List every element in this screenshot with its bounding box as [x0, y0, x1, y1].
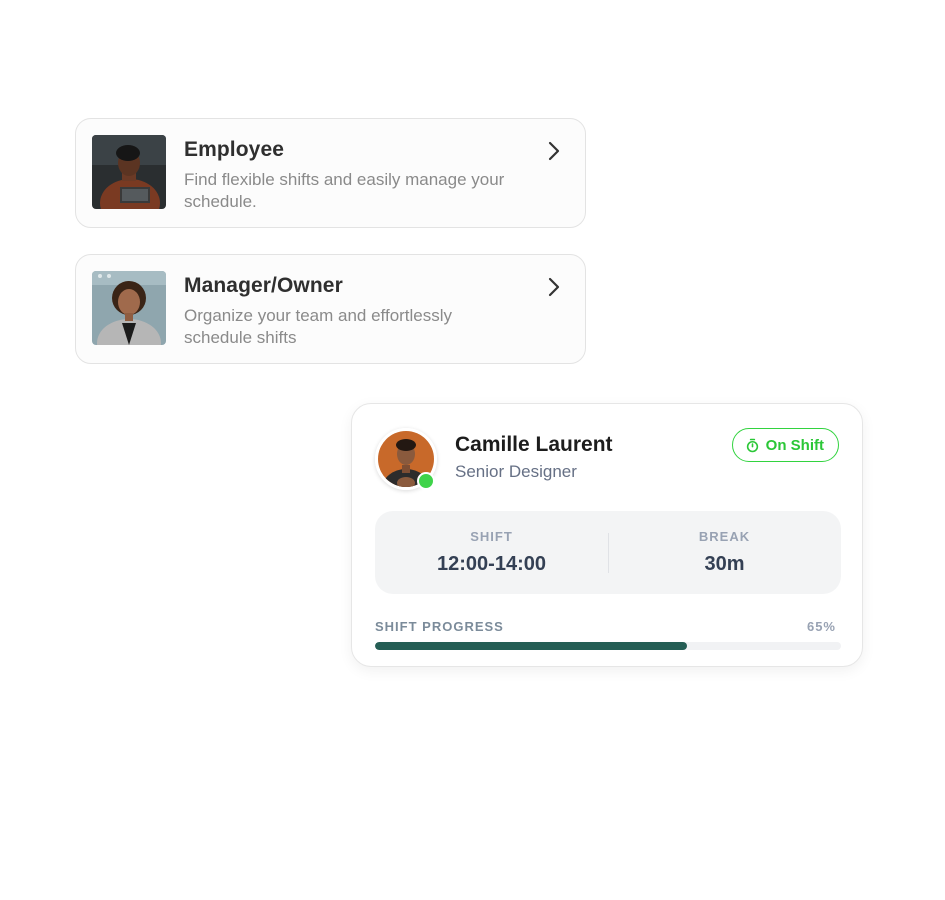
stage: Employee Find flexible shifts and easily… [0, 0, 945, 900]
person-name: Camille Laurent [455, 433, 613, 456]
stopwatch-icon [746, 438, 758, 452]
stat-break: BREAK 30m [608, 511, 841, 594]
role-description: Organize your team and effortlessly sche… [184, 306, 453, 347]
manager-photo [92, 271, 166, 345]
role-option-manager-owner[interactable]: Manager/Owner Organize your team and eff… [75, 254, 586, 364]
progress-fill [375, 642, 688, 650]
stat-value: 30m [704, 553, 745, 575]
progress-label: SHIFT PROGRESS [375, 619, 504, 634]
status-label: On Shift [765, 436, 824, 454]
progress-percent: 65% [806, 619, 836, 634]
role-description: Find flexible shifts and easily manage y… [184, 170, 505, 211]
role-title: Manager/Owner [184, 274, 343, 297]
role-title: Employee [184, 138, 285, 161]
employee-photo [92, 135, 166, 209]
shift-stats: SHIFT 12:00-14:00 BREAK 30m [375, 511, 841, 594]
role-option-employee[interactable]: Employee Find flexible shifts and easily… [75, 118, 586, 228]
person-job-title: Senior Designer [455, 462, 577, 481]
online-status-dot [417, 472, 435, 490]
stat-label: SHIFT [470, 529, 513, 544]
stat-label: BREAK [698, 529, 751, 544]
chevron-right-icon [548, 277, 560, 297]
stat-value: 12:00-14:00 [437, 553, 546, 575]
status-badge: On Shift [731, 428, 839, 462]
shift-status-card: Camille Laurent Senior Designer On Shift… [351, 403, 863, 667]
progress-track [375, 642, 841, 650]
avatar-container [375, 428, 437, 490]
chevron-right-icon [548, 141, 560, 161]
stat-shift: SHIFT 12:00-14:00 [375, 511, 608, 594]
